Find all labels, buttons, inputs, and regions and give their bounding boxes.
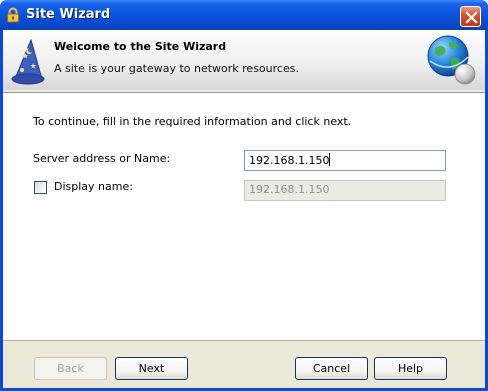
instructions-text: To continue, fill in the required inform… — [33, 115, 352, 128]
text-caret — [329, 153, 331, 166]
lock-icon — [6, 7, 20, 23]
close-button[interactable] — [460, 6, 481, 27]
wizard-header: Welcome to the Site Wizard A site is you… — [3, 30, 485, 90]
next-button[interactable]: Next — [115, 357, 188, 380]
display-name-label[interactable]: Display name: — [54, 180, 133, 193]
header-title: Welcome to the Site Wizard — [54, 40, 227, 53]
server-address-input[interactable]: 192.168.1.150 — [244, 150, 446, 171]
back-button: Back — [34, 357, 107, 380]
wizard-hat-icon — [11, 38, 45, 85]
display-name-checkbox[interactable] — [34, 181, 47, 194]
wizard-footer: Back Next Cancel Help — [3, 340, 485, 388]
server-address-label: Server address or Name: — [33, 152, 171, 165]
title-bar[interactable]: Site Wizard — [0, 0, 488, 30]
site-wizard-window: Site Wizard Welcome to the Site Wizard A… — [0, 0, 488, 391]
wizard-body: To continue, fill in the required inform… — [3, 92, 485, 340]
header-subtitle: A site is your gateway to network resour… — [54, 62, 299, 75]
dialog-client-area: Welcome to the Site Wizard A site is you… — [3, 30, 485, 388]
cancel-button[interactable]: Cancel — [295, 357, 368, 380]
globe-icon — [425, 34, 477, 86]
close-icon — [465, 11, 478, 24]
help-button[interactable]: Help — [374, 357, 447, 380]
display-name-input: 192.168.1.150 — [244, 180, 446, 201]
server-address-value: 192.168.1.150 — [249, 154, 330, 167]
window-title: Site Wizard — [26, 7, 111, 22]
